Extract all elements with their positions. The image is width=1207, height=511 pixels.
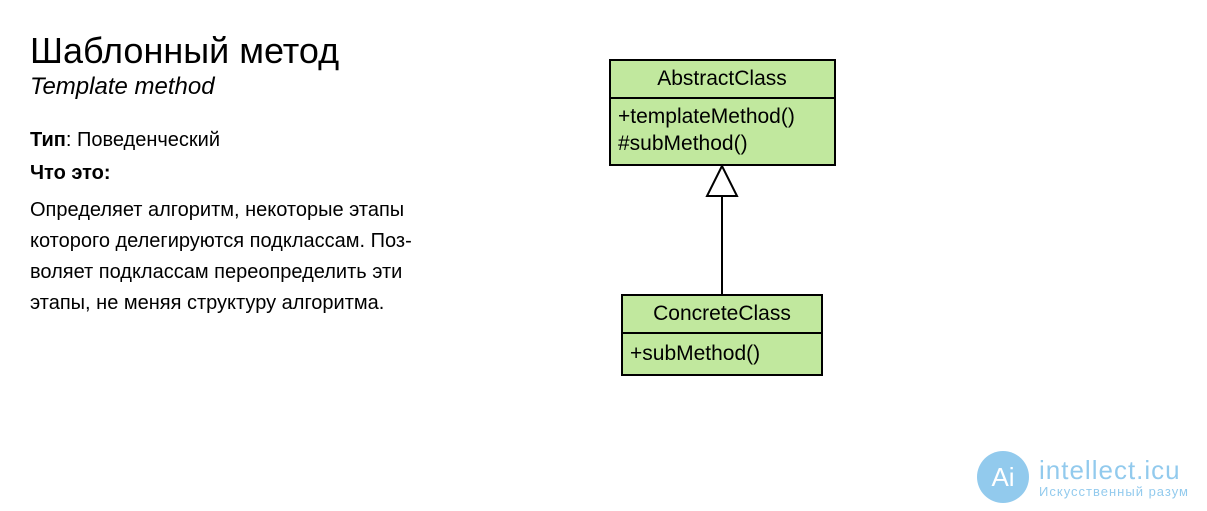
type-value: Поведенческий [77,129,220,151]
watermark: Ai intellect.icu Искусственный разум [977,451,1189,503]
pattern-description: Определяет алгоритм, некоторые этапы кот… [30,195,420,319]
what-label: Что это: [30,162,420,185]
abstract-method-1: +templateMethod() [618,105,795,128]
abstract-class-name: AbstractClass [657,67,787,90]
abstract-method-2: #subMethod() [618,132,748,155]
concrete-class-box: ConcreteClass +subMethod() [622,295,822,375]
watermark-sub: Искусственный разум [1039,484,1189,499]
pattern-title-ru: Шаблонный метод [30,30,420,71]
type-line: Тип: Поведенческий [30,129,420,152]
type-label: Тип [30,129,66,151]
uml-diagram: AbstractClass +templateMethod() #subMeth… [600,50,860,480]
page-container: Шаблонный метод Template method Тип: Пов… [0,0,1207,319]
concrete-class-name: ConcreteClass [653,302,791,325]
inheritance-arrow-icon [707,166,737,196]
watermark-logo-icon: Ai [977,451,1029,503]
text-column: Шаблонный метод Template method Тип: Пов… [30,30,460,319]
abstract-class-box: AbstractClass +templateMethod() #subMeth… [610,60,835,165]
inheritance-connector [707,166,737,295]
watermark-main: intellect.icu [1039,455,1189,486]
pattern-title-en: Template method [30,73,420,101]
watermark-text: intellect.icu Искусственный разум [1039,455,1189,499]
diagram-column: AbstractClass +templateMethod() #subMeth… [460,30,1177,319]
concrete-method-1: +subMethod() [630,342,760,365]
